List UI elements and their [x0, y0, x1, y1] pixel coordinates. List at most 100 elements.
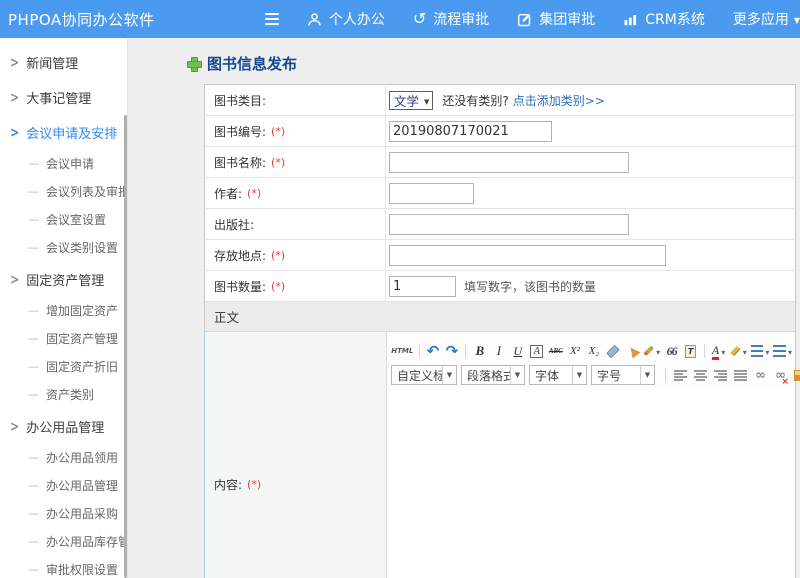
undo-icon[interactable]: ↶ — [424, 343, 441, 360]
rich-text-editor: HTML ↶ — [387, 332, 795, 578]
text-input[interactable] — [389, 245, 666, 266]
add-plus-icon — [187, 57, 200, 70]
nav-label: CRM系统 — [645, 9, 705, 29]
sidebar-item-meeting-apply[interactable]: — 会议申请 — [0, 149, 127, 177]
font-family-select[interactable]: 字体 — [529, 365, 587, 385]
add-category-link[interactable]: 点击添加类别>> — [513, 92, 605, 109]
required-mark: (*) — [247, 187, 261, 200]
category-row: 图书类目: 文学 还没有类别? 点击添加类别>> — [205, 85, 795, 116]
hamburger-menu-icon[interactable] — [265, 13, 279, 25]
superscript-button[interactable]: X² — [566, 343, 583, 360]
ordered-list-icon[interactable] — [750, 343, 771, 360]
required-mark: (*) — [271, 280, 285, 293]
item-prefix-icon: > — [10, 54, 19, 70]
paragraph-format-select[interactable]: 段落格式 — [461, 365, 525, 385]
text-input[interactable] — [389, 121, 552, 142]
sidebar-item-supply-approval[interactable]: — 审批权限设置 — [0, 555, 127, 578]
sidebar-item-label: 大事记管理 — [26, 88, 91, 107]
select-arrow-icon — [424, 93, 429, 108]
publisher-row: 出版社: — [205, 209, 795, 240]
nav-personal-office[interactable]: 个人办公 — [307, 9, 385, 29]
editor-content[interactable] — [387, 390, 795, 578]
field-hint: 填写数字，该图书的数量 — [464, 278, 596, 295]
required-mark: (*) — [247, 478, 261, 491]
item-prefix-icon: — — [28, 360, 39, 373]
sidebar-item-label: 办公用品库存管理 — [46, 533, 128, 550]
autotypeset-icon[interactable] — [642, 343, 661, 360]
font-size-select[interactable]: 字号 — [591, 365, 655, 385]
paste-plain-icon[interactable]: T — [682, 343, 699, 360]
category-select-value: 文学 — [394, 91, 419, 110]
toolbar-separator[interactable] — [465, 344, 466, 358]
sidebar-item-asset-manage[interactable]: — 固定资产管理 — [0, 324, 127, 352]
sidebar-item-meeting-type[interactable]: — 会议类别设置 — [0, 233, 127, 261]
blockquote-button[interactable]: 66 — [663, 343, 680, 360]
nav-more-apps[interactable]: 更多应用 — [733, 9, 800, 29]
sidebar-group-supplies[interactable]: > 办公用品管理 — [0, 408, 127, 443]
toolbar-separator[interactable] — [419, 344, 420, 358]
text-input[interactable] — [389, 276, 456, 297]
category-select[interactable]: 文学 — [389, 91, 433, 110]
toolbar-separator[interactable] — [704, 344, 705, 358]
sidebar-item-meeting-room[interactable]: — 会议室设置 — [0, 205, 127, 233]
font-color-button[interactable]: A — [710, 343, 727, 360]
redo-icon[interactable]: ↷ — [443, 343, 460, 360]
sidebar-item-supply-stock[interactable]: — 办公用品库存管理 — [0, 527, 127, 555]
text-input[interactable] — [389, 152, 629, 173]
sidebar-item-label: 会议类别设置 — [46, 239, 118, 256]
sidebar-item-label: 办公用品采购 — [46, 505, 118, 522]
item-prefix-icon: — — [28, 157, 39, 170]
sidebar-group-events[interactable]: > 大事记管理 — [0, 79, 127, 114]
sidebar-scrollbar[interactable] — [124, 115, 127, 578]
sidebar-item-supply-purchase[interactable]: — 办公用品采购 — [0, 499, 127, 527]
sidebar-item-asset-add[interactable]: — 增加固定资产 — [0, 296, 127, 324]
sidebar-item-supply-use[interactable]: — 办公用品领用 — [0, 443, 127, 471]
text-input[interactable] — [389, 183, 474, 204]
item-prefix-icon: — — [28, 213, 39, 226]
category-hint: 还没有类别? — [442, 92, 508, 109]
dropdown-caret-icon — [794, 11, 800, 27]
unordered-list-icon[interactable] — [772, 343, 793, 360]
sidebar-item-label: 新闻管理 — [26, 53, 78, 72]
italic-button[interactable]: I — [490, 343, 507, 360]
sidebar: > 新闻管理 > 大事记管理 > 会议申请及安排 — 会议申请 — 会议列表及审… — [0, 38, 128, 578]
align-left-icon[interactable] — [672, 367, 689, 384]
align-right-icon[interactable] — [712, 367, 729, 384]
sidebar-item-asset-type[interactable]: — 资产类别 — [0, 380, 127, 408]
unlink-icon[interactable]: ∞ — [772, 367, 789, 384]
dropdown-arrow-icon — [442, 366, 456, 384]
underline-button[interactable]: U — [509, 343, 526, 360]
custom-title-select[interactable]: 自定义标题 — [391, 365, 457, 385]
dropdown-caret-icon — [743, 344, 747, 359]
align-justify-icon[interactable] — [732, 367, 749, 384]
toolbar-row-2: 自定义标题 段落格式 字体 — [391, 364, 793, 386]
nav-workflow-approval[interactable]: ↺ 流程审批 — [413, 9, 489, 29]
insert-image-icon[interactable] — [792, 367, 800, 384]
sidebar-group-meeting[interactable]: > 会议申请及安排 — [0, 114, 127, 149]
sidebar-group-news[interactable]: > 新闻管理 — [0, 44, 127, 79]
sidebar-item-label: 固定资产折旧 — [46, 358, 118, 375]
sidebar-item-label: 办公用品领用 — [46, 449, 118, 466]
link-icon[interactable]: ∞ — [752, 367, 769, 384]
sidebar-item-meeting-list[interactable]: — 会议列表及审批 — [0, 177, 127, 205]
source-code-button[interactable]: HTML — [391, 343, 414, 360]
sidebar-item-supply-manage[interactable]: — 办公用品管理 — [0, 471, 127, 499]
location-row: 存放地点: (*) — [205, 240, 795, 271]
nav-group-approval[interactable]: 集团审批 — [517, 9, 595, 29]
bold-button[interactable]: B — [471, 343, 488, 360]
font-border-button[interactable]: A — [528, 343, 545, 360]
sidebar-group-assets[interactable]: > 固定资产管理 — [0, 261, 127, 296]
eraser-icon[interactable] — [604, 343, 621, 360]
field-label: 图书数量: — [214, 278, 266, 295]
item-prefix-icon: — — [28, 304, 39, 317]
text-input[interactable] — [389, 214, 629, 235]
toolbar-separator[interactable] — [665, 368, 666, 382]
highlight-color-icon[interactable] — [729, 343, 748, 360]
align-center-icon[interactable] — [692, 367, 709, 384]
subscript-button[interactable]: X₂ — [585, 343, 602, 360]
toolbar-select-value: 自定义标题 — [392, 367, 442, 384]
nav-crm-system[interactable]: CRM系统 — [623, 9, 705, 29]
format-painter-icon[interactable] — [623, 343, 640, 360]
strikethrough-button[interactable]: ABC — [547, 343, 564, 360]
sidebar-item-asset-depreciation[interactable]: — 固定资产折旧 — [0, 352, 127, 380]
